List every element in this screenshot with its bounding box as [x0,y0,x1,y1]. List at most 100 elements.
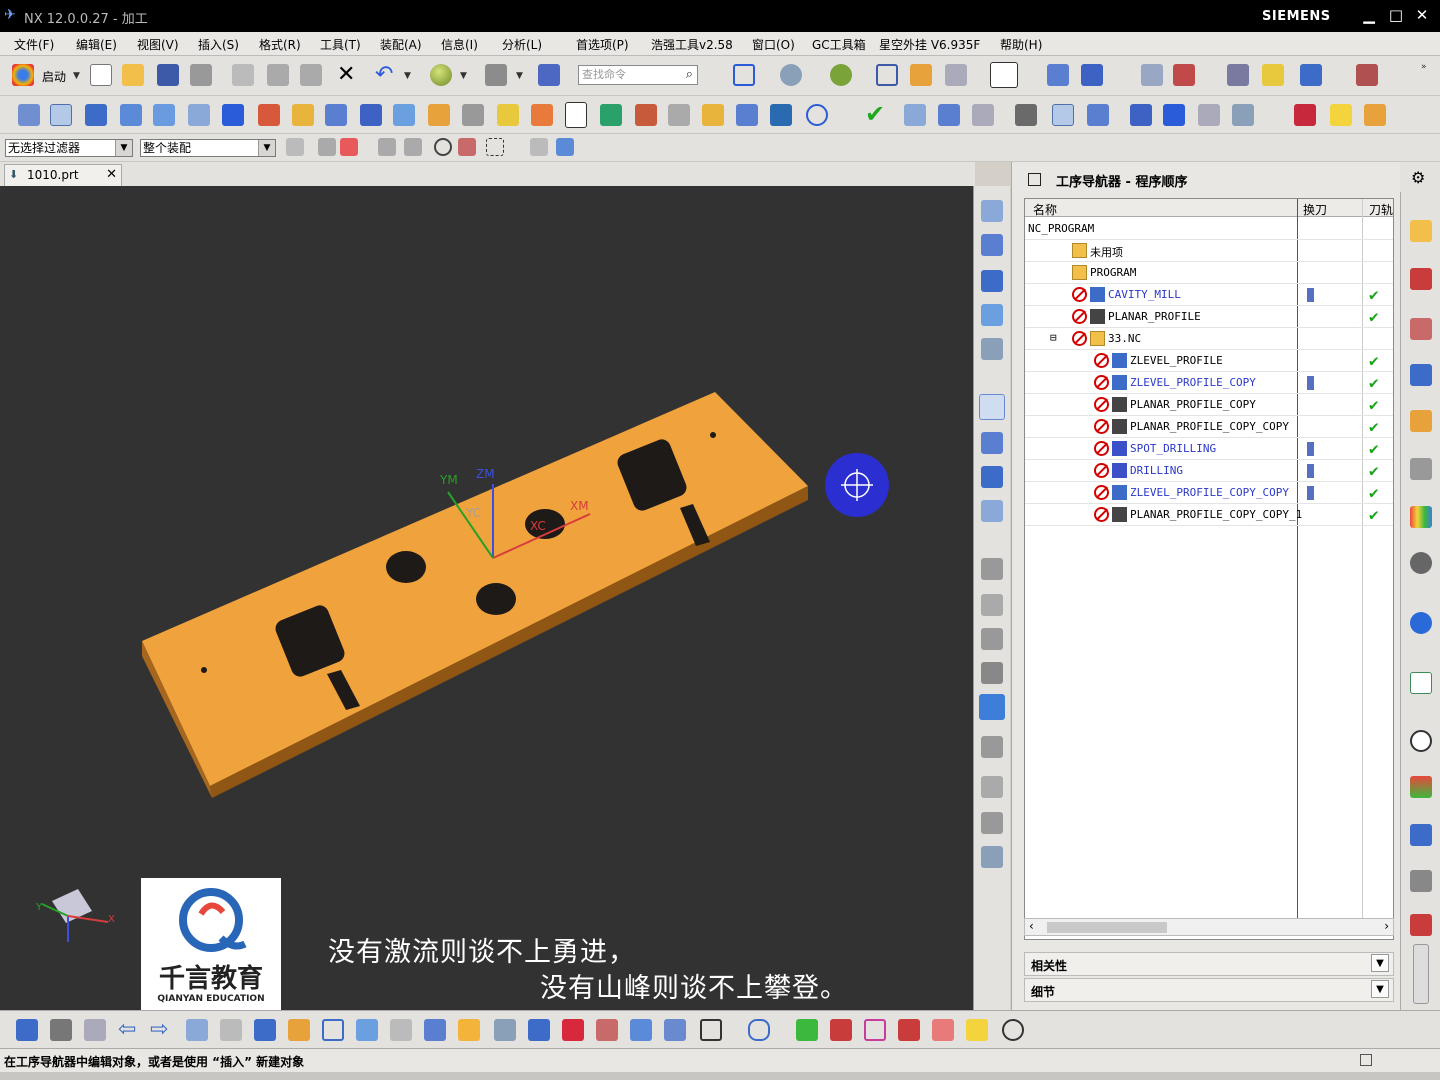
menu-insert[interactable]: 插入(S) [198,36,239,53]
circle-icon[interactable] [1002,1019,1024,1041]
close-button[interactable]: ✕ [1411,5,1433,25]
strip-mcs-icon[interactable] [981,234,1003,256]
menu-preferences[interactable]: 首选项(P) [576,36,629,53]
start-label[interactable]: 启动 [42,68,66,85]
point-snap-icon[interactable] [458,138,476,156]
menu-assembly[interactable]: 装配(A) [380,36,422,53]
page-icon[interactable] [565,102,587,128]
operation-row[interactable]: PLANAR_PROFILE_COPY_COPY_1 ✔ [1025,504,1393,526]
rb-clock-icon[interactable] [1410,730,1432,752]
output-cls-icon[interactable] [360,104,382,126]
operation-row[interactable]: CAVITY_MILL ✔ [1025,284,1393,306]
highlight-icon[interactable] [966,1019,988,1041]
relations-section[interactable]: 相关性 ▼ [1024,952,1394,976]
edit-object-icon[interactable] [497,104,519,126]
operation-row[interactable]: NC_PROGRAM [1025,218,1393,240]
select-tool-icon[interactable] [538,64,560,86]
operation-row[interactable]: PLANAR_PROFILE_COPY ✔ [1025,394,1393,416]
strip-turn-icon[interactable] [981,736,1003,758]
box-icon[interactable] [322,1019,344,1041]
rb-eye-icon[interactable] [1410,552,1432,574]
menu-xingkong-plugin[interactable]: 星空外挂 V6.935F [879,36,980,53]
rb-operation-nav-icon[interactable] [1410,364,1432,386]
strip-program-view-icon[interactable] [979,394,1005,420]
rb-palette-icon[interactable] [1410,506,1432,528]
section-icon[interactable] [910,64,932,86]
details-section[interactable]: 细节 ▼ [1024,978,1394,1002]
snap-icon[interactable] [1227,64,1249,86]
strip-verify-icon[interactable] [979,694,1005,720]
tool-path-icon[interactable] [904,104,926,126]
menu-file[interactable]: 文件(F) [14,36,54,53]
gouge-check-icon[interactable] [938,104,960,126]
search-icon[interactable]: ⌕ [686,66,693,84]
back-arrow-icon[interactable]: ⇦ [118,1017,136,1042]
create-geometry-icon[interactable] [85,104,107,126]
strip-geometry-icon[interactable] [981,200,1003,222]
operation-row[interactable]: ZLEVEL_PROFILE_COPY_COPY ✔ [1025,482,1393,504]
mirror-icon[interactable] [898,1019,920,1041]
paste-icon[interactable] [300,64,322,86]
inch-mm-icon[interactable] [1294,104,1316,126]
menu-information[interactable]: 信息(I) [441,36,478,53]
strip-boundary-icon[interactable] [981,304,1003,326]
maximize-button[interactable]: □ [1385,5,1407,25]
move-csys-icon[interactable] [1081,64,1103,86]
subtract-icon[interactable] [528,1019,550,1041]
menu-help[interactable]: 帮助(H) [1000,36,1042,53]
chevron-down-icon[interactable]: ▼ [1371,954,1389,972]
rb-analysis-icon[interactable] [1410,776,1432,798]
menu-edit[interactable]: 编辑(E) [76,36,117,53]
open-folder-icon[interactable] [122,64,144,86]
create-program-icon[interactable] [18,104,40,126]
shading-icon[interactable] [830,64,852,86]
time-icon[interactable] [1198,104,1220,126]
menu-haoqiang-tools[interactable]: 浩强工具v2.58 [651,36,733,53]
strip-geometry-view-icon[interactable] [981,466,1003,488]
file-tab[interactable]: ⬇ 1010.prt ✕ [4,164,122,186]
type-filter-dropdown[interactable]: 无选择过滤器 ▼ [5,139,133,157]
operation-row[interactable]: PLANAR_PROFILE_COPY_COPY ✔ [1025,416,1393,438]
command-search-input[interactable]: 查找命令 ⌕ [578,65,698,85]
operation-row[interactable]: PROGRAM [1025,262,1393,284]
analysis-icon[interactable] [1173,64,1195,86]
rb-history-icon[interactable] [1410,672,1432,694]
create-method-icon[interactable] [120,104,142,126]
face-rule-icon[interactable] [404,138,422,156]
create-tool-icon[interactable] [50,104,72,126]
trim-body-icon[interactable] [596,1019,618,1041]
rb-scroller[interactable] [1413,944,1429,1004]
copy-icon[interactable] [267,64,289,86]
start-icon[interactable] [12,64,34,86]
save-icon[interactable] [157,64,179,86]
dimension-icon[interactable] [796,1019,818,1041]
rectangle-select-icon[interactable] [486,138,504,156]
menu-format[interactable]: 格式(R) [259,36,301,53]
wcs-origin-icon[interactable] [16,1019,38,1041]
revolve-icon[interactable] [356,1019,378,1041]
strip-contour-icon[interactable] [981,594,1003,616]
display-path-icon[interactable] [1052,104,1074,126]
close-tab-icon[interactable]: ✕ [106,165,117,185]
panel-toggle-icon[interactable] [1028,173,1041,186]
generate-path-icon[interactable] [188,104,210,126]
print-doc-icon[interactable] [668,104,690,126]
shell-icon[interactable] [458,1019,480,1041]
cut-icon[interactable] [232,64,254,86]
background-color-icon[interactable] [990,62,1018,88]
line-icon[interactable] [186,1019,208,1041]
operation-row[interactable]: 未用项 [1025,240,1393,262]
menu-view[interactable]: 视图(V) [137,36,179,53]
strip-planar-icon[interactable] [981,558,1003,580]
rectangle-icon[interactable] [700,1019,722,1041]
rb-assembly-icon[interactable] [1410,220,1432,242]
note-icon[interactable] [1330,104,1352,126]
book-icon[interactable] [1087,104,1109,126]
point-constructor-icon[interactable] [1356,64,1378,86]
scroll-thumb[interactable] [1047,922,1167,933]
split-body-icon[interactable] [630,1019,652,1041]
scroll-right-icon[interactable]: › [1384,919,1389,933]
column-toolpath-header[interactable]: 刀轨 [1369,201,1393,218]
grid-snap-icon[interactable] [830,1019,852,1041]
curve-rule-icon[interactable] [378,138,396,156]
